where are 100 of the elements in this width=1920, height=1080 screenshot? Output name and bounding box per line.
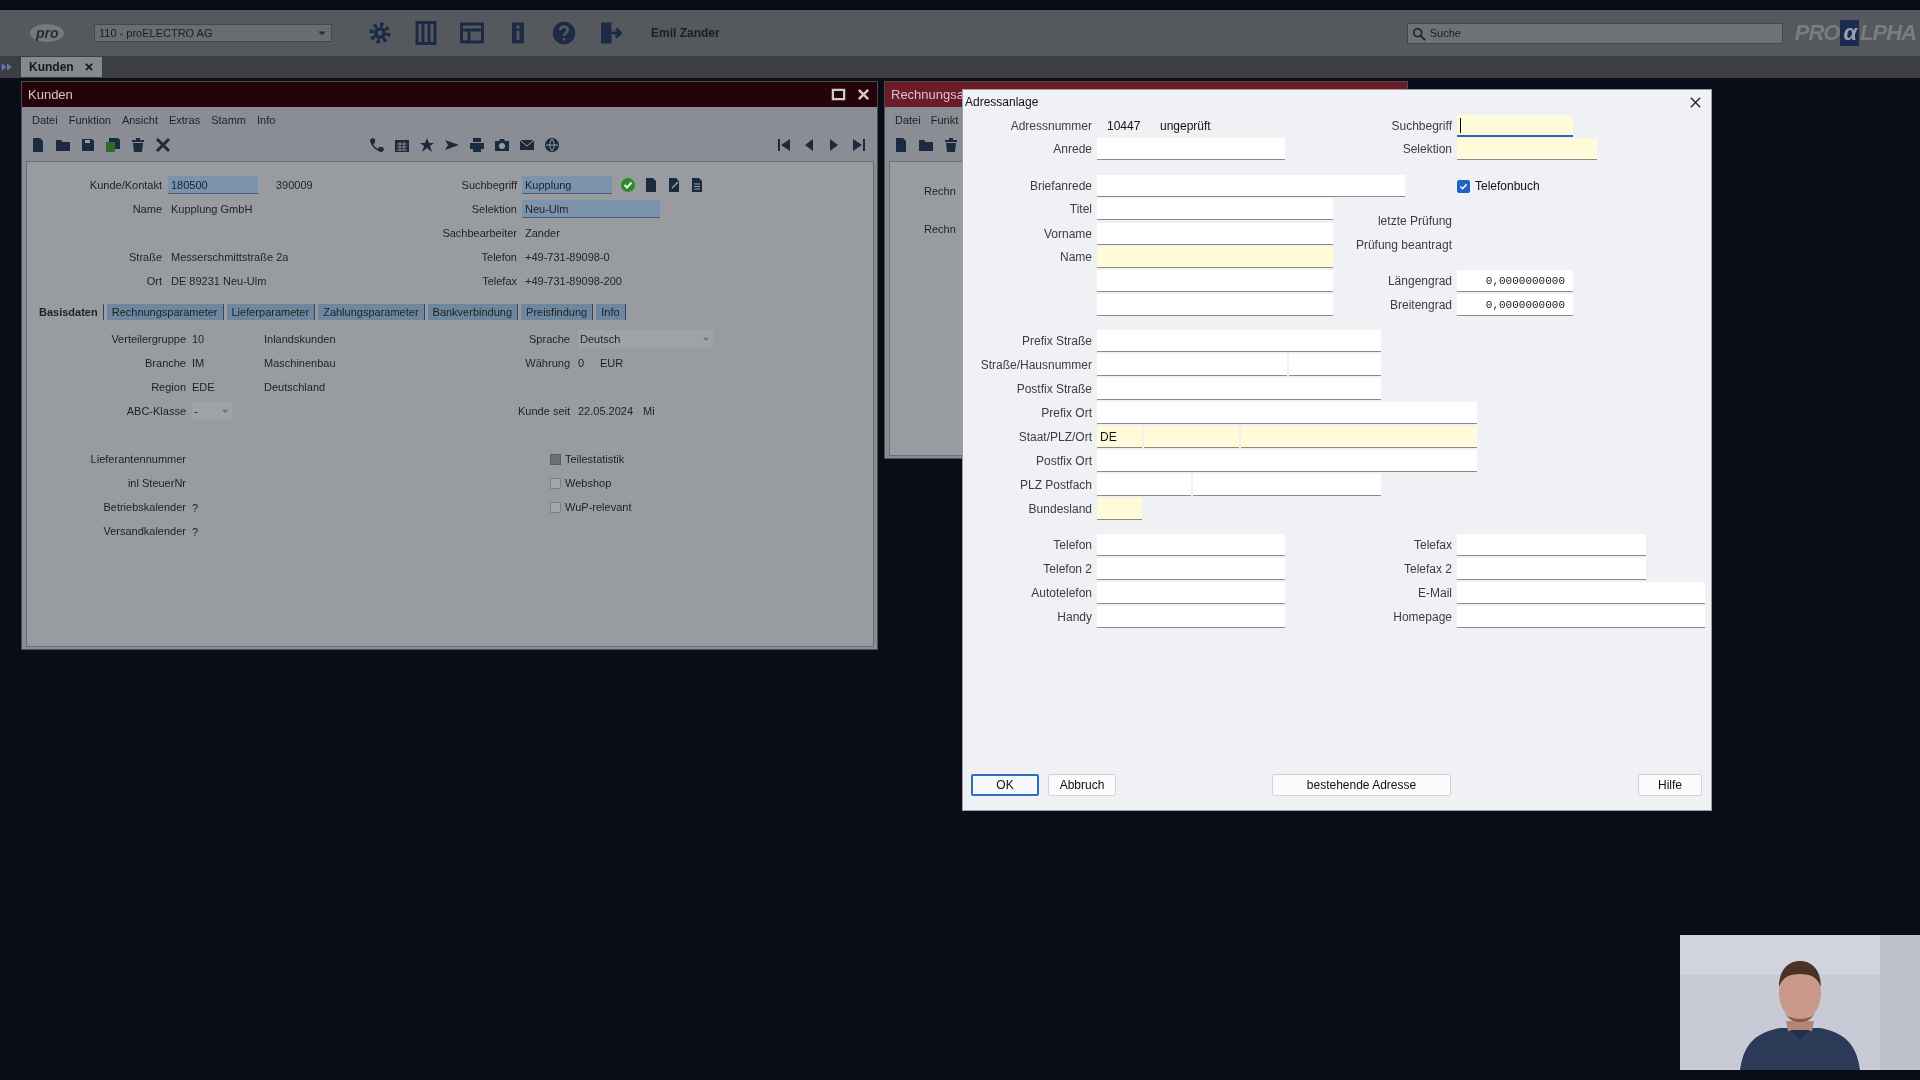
panel-icon[interactable]: [414, 21, 438, 45]
dialog-button[interactable]: bestehende Adresse: [1272, 774, 1451, 796]
dialog-button[interactable]: Abbruch: [1048, 774, 1116, 796]
input-field[interactable]: [1457, 534, 1646, 556]
menu-item[interactable]: Datei: [895, 113, 921, 126]
field-value[interactable]: Kupplung GmbH: [168, 200, 256, 218]
input-field[interactable]: [1097, 223, 1333, 245]
tab[interactable]: Bankverbindung: [427, 304, 519, 320]
globe-icon[interactable]: [544, 136, 560, 153]
input-field[interactable]: [1097, 294, 1333, 316]
field-label: Region: [150, 381, 186, 393]
input-field[interactable]: [1097, 402, 1477, 424]
input-field[interactable]: 0,0000000000: [1457, 270, 1573, 292]
input-field[interactable]: [1097, 534, 1285, 556]
field-value[interactable]: ?: [192, 502, 199, 514]
input-field[interactable]: [1097, 175, 1405, 197]
field-label: Telefon: [1052, 538, 1092, 552]
menu-item[interactable]: Funktion: [68, 113, 111, 126]
input-field[interactable]: [1457, 115, 1573, 137]
menu-item[interactable]: Funkt: [930, 113, 959, 126]
search-field[interactable]: Suche: [1406, 22, 1783, 44]
settings-icon[interactable]: [368, 21, 392, 45]
input-field[interactable]: [1097, 198, 1333, 220]
input-field[interactable]: DE: [1097, 426, 1142, 448]
field-value[interactable]: IM: [192, 357, 264, 369]
menu-item[interactable]: Datei: [32, 113, 58, 126]
checkbox[interactable]: [550, 501, 561, 513]
field-value[interactable]: Messerschmittstraße 2a: [168, 248, 292, 266]
tab[interactable]: Lieferparameter: [226, 304, 316, 320]
field-value[interactable]: 180500: [168, 176, 258, 194]
input-field[interactable]: [1457, 138, 1597, 160]
document-icon[interactable]: [30, 136, 46, 153]
field-value[interactable]: 10: [192, 333, 264, 345]
input-field[interactable]: [1097, 330, 1381, 352]
field-value[interactable]: Neu-Ulm: [522, 200, 660, 218]
input-field[interactable]: [1241, 426, 1477, 448]
field-value[interactable]: Kupplung: [522, 176, 612, 194]
help-icon[interactable]: [552, 21, 576, 45]
exit-icon[interactable]: [598, 21, 622, 45]
input-field[interactable]: [1097, 138, 1285, 160]
input-field[interactable]: [1097, 354, 1287, 376]
input-field[interactable]: [1097, 606, 1285, 628]
input-field[interactable]: [1144, 426, 1239, 448]
input-field[interactable]: [1457, 582, 1705, 604]
menu-item[interactable]: Info: [257, 113, 276, 126]
input-field[interactable]: [1097, 450, 1477, 472]
disk-copy-icon[interactable]: [105, 136, 121, 153]
dialog-button[interactable]: Hilfe: [1638, 774, 1702, 796]
input-field[interactable]: [1097, 270, 1333, 292]
trash-icon[interactable]: [943, 136, 959, 153]
menu-item[interactable]: Stamm: [211, 113, 246, 126]
field-value[interactable]: ?: [192, 526, 199, 538]
close-icon[interactable]: [856, 87, 871, 102]
jump-start-icon[interactable]: [776, 136, 792, 153]
tab[interactable]: Zahlungsparameter: [318, 304, 425, 320]
field-value[interactable]: Zander: [522, 224, 563, 242]
input-field[interactable]: 0,0000000000: [1457, 294, 1573, 316]
document-lines-icon[interactable]: [689, 177, 705, 193]
input-field[interactable]: [1097, 558, 1285, 580]
expand-icon[interactable]: [1, 61, 13, 73]
input-field[interactable]: [1097, 582, 1285, 604]
input-field[interactable]: [1193, 474, 1381, 496]
input-field[interactable]: [1097, 498, 1142, 520]
trash-icon[interactable]: [130, 136, 146, 153]
camera-icon[interactable]: [494, 136, 510, 153]
layout-icon[interactable]: [460, 21, 484, 45]
input-field[interactable]: [1097, 246, 1333, 268]
window-tab[interactable]: Kunden: [21, 57, 102, 77]
checkbox[interactable]: [1457, 179, 1470, 193]
field-value[interactable]: EDE: [192, 381, 264, 393]
field-value[interactable]: 0: [578, 357, 590, 369]
dropdown[interactable]: Deutsch: [578, 330, 713, 348]
document-edit-icon[interactable]: [666, 177, 682, 193]
tab[interactable]: Preisfindung: [521, 304, 594, 320]
jump-end-icon[interactable]: [851, 136, 867, 153]
input-field[interactable]: [1097, 474, 1191, 496]
phone-icon[interactable]: [369, 136, 385, 153]
tab[interactable]: Rechnungsparameter: [106, 304, 224, 320]
document-icon[interactable]: [893, 136, 909, 153]
document-icon[interactable]: [643, 177, 659, 193]
cross-icon[interactable]: [155, 136, 171, 153]
input-field[interactable]: [1457, 558, 1646, 580]
printer-icon[interactable]: [469, 136, 485, 153]
input-field[interactable]: [1457, 606, 1705, 628]
tab[interactable]: Info: [596, 304, 626, 320]
menu-item[interactable]: Ansicht: [121, 113, 158, 126]
input-field[interactable]: [1289, 354, 1381, 376]
menu-item[interactable]: Extras: [168, 113, 201, 126]
tab[interactable]: Basisdaten: [34, 304, 104, 320]
company-dropdown[interactable]: 110 - proELECTRO AG: [94, 24, 332, 42]
dialog-button[interactable]: OK: [971, 774, 1039, 796]
input-field[interactable]: [1097, 378, 1381, 400]
maximize-icon[interactable]: [831, 87, 846, 102]
dropdown[interactable]: -: [192, 402, 232, 420]
field-value[interactable]: 22.05.2024: [578, 405, 634, 417]
checkbox[interactable]: [550, 477, 561, 489]
field-value[interactable]: +49-731-89098-0: [522, 248, 613, 266]
star-icon[interactable]: [419, 136, 435, 153]
field-value[interactable]: +49-731-89098-200: [522, 272, 625, 290]
field-value[interactable]: DE 89231 Neu-Ulm: [168, 272, 270, 290]
